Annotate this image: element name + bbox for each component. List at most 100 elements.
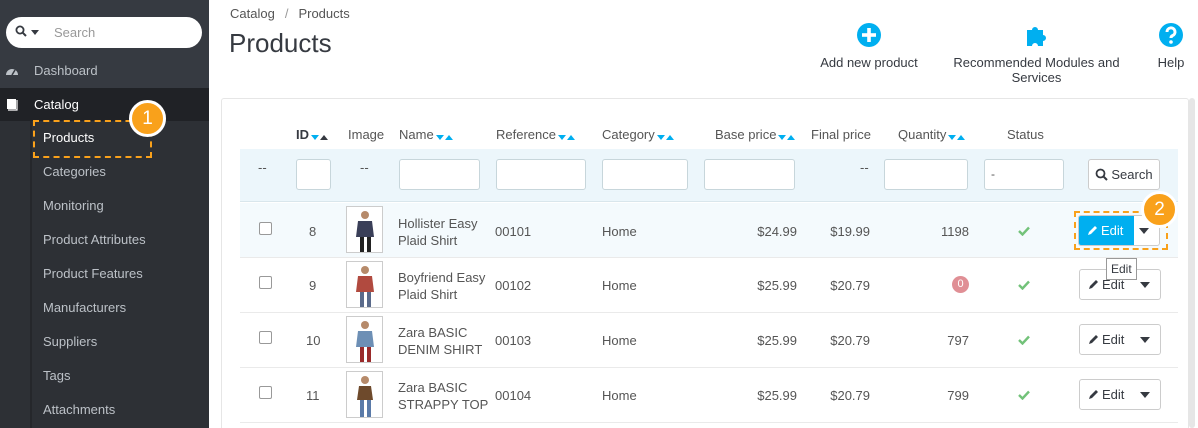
breadcrumb-separator: / bbox=[284, 6, 289, 21]
status-enabled-icon[interactable] bbox=[1018, 390, 1030, 400]
product-thumbnail[interactable] bbox=[346, 371, 383, 418]
filter-category-input[interactable] bbox=[602, 159, 688, 190]
vertical-scrollbar[interactable] bbox=[1189, 98, 1195, 428]
sidebar-search[interactable] bbox=[6, 17, 202, 48]
sidebar-item-catalog[interactable]: Catalog bbox=[0, 88, 209, 122]
pencil-icon bbox=[1089, 335, 1098, 344]
cell-quantity[interactable]: 799 bbox=[900, 388, 969, 403]
sort-arrows-icon[interactable] bbox=[311, 128, 329, 143]
submenu-item-categories[interactable]: Categories bbox=[43, 155, 106, 189]
cell-id: 8 bbox=[309, 224, 317, 239]
submenu-item-manufacturers[interactable]: Manufacturers bbox=[43, 291, 126, 325]
sort-arrows-icon[interactable] bbox=[656, 128, 675, 143]
row-edit-button-group[interactable]: Edit bbox=[1079, 324, 1161, 355]
sidebar-item-dashboard[interactable]: Dashboard bbox=[0, 54, 209, 88]
submenu-item-tags[interactable]: Tags bbox=[43, 359, 70, 393]
submenu-item-product-features[interactable]: Product Features bbox=[43, 257, 143, 291]
plus-circle-icon bbox=[857, 23, 881, 47]
help-icon bbox=[1159, 23, 1183, 47]
help-button[interactable]: Help bbox=[1152, 21, 1190, 70]
column-header-quantity[interactable]: Quantity bbox=[898, 127, 966, 143]
cell-final-price: $19.99 bbox=[830, 224, 870, 239]
sort-arrows-icon[interactable] bbox=[557, 128, 576, 143]
edit-button[interactable]: Edit bbox=[1080, 325, 1136, 354]
column-header-reference[interactable]: Reference bbox=[496, 127, 576, 143]
book-icon bbox=[7, 99, 18, 111]
submenu-item-suppliers[interactable]: Suppliers bbox=[43, 325, 97, 359]
sort-arrows-icon[interactable] bbox=[778, 128, 796, 143]
chevron-down-icon[interactable] bbox=[1140, 337, 1150, 343]
puzzle-icon bbox=[1026, 27, 1046, 46]
filter-id-input[interactable] bbox=[296, 159, 331, 190]
cell-name: Hollister Easy Plaid Shirt bbox=[398, 216, 478, 248]
add-new-product-label: Add new product bbox=[820, 55, 918, 70]
cell-name: Zara BASIC STRAPPY TOP bbox=[398, 380, 489, 412]
recommended-modules-label: Recommended Modules and Services bbox=[953, 55, 1120, 85]
cell-id: 11 bbox=[306, 388, 320, 403]
status-enabled-icon[interactable] bbox=[1018, 280, 1030, 290]
breadcrumb-products: Products bbox=[298, 6, 350, 21]
status-enabled-icon[interactable] bbox=[1018, 335, 1030, 345]
status-enabled-icon[interactable] bbox=[1018, 226, 1030, 236]
filter-quantity-input[interactable] bbox=[884, 159, 968, 190]
sort-arrows-icon[interactable] bbox=[948, 128, 966, 143]
catalog-submenu: Products Categories Monitoring Product A… bbox=[0, 121, 209, 428]
row-select-checkbox[interactable] bbox=[259, 386, 272, 399]
cell-base-price: $24.99 bbox=[757, 224, 797, 239]
cell-quantity[interactable]: 797 bbox=[900, 333, 969, 348]
add-new-product-button[interactable]: Add new product bbox=[819, 21, 919, 70]
row-select-checkbox[interactable] bbox=[259, 222, 272, 235]
cell-category: Home bbox=[602, 278, 637, 293]
pencil-icon bbox=[1089, 280, 1098, 289]
callout-badge-2: 2 bbox=[1141, 191, 1178, 228]
chevron-down-icon[interactable] bbox=[1140, 282, 1150, 288]
cell-base-price: $25.99 bbox=[757, 333, 797, 348]
filter-final-price-placeholder: -- bbox=[860, 160, 869, 175]
filter-reference-input[interactable] bbox=[496, 159, 586, 190]
row-select-checkbox[interactable] bbox=[259, 331, 272, 344]
product-thumbnail[interactable] bbox=[346, 206, 383, 253]
cell-reference: 00104 bbox=[495, 388, 532, 403]
submenu-item-product-attributes[interactable]: Product Attributes bbox=[43, 223, 146, 257]
product-thumbnail[interactable] bbox=[346, 261, 383, 308]
cell-quantity[interactable]: 1198 bbox=[900, 224, 969, 239]
page-title: Products bbox=[229, 28, 332, 58]
filter-search-button[interactable]: Search bbox=[1088, 159, 1160, 190]
chevron-down-icon[interactable] bbox=[31, 30, 39, 35]
row-edit-button-group[interactable]: Edit bbox=[1079, 379, 1161, 410]
sort-arrows-icon[interactable] bbox=[435, 128, 454, 143]
help-label: Help bbox=[1157, 55, 1185, 70]
cell-reference: 00101 bbox=[495, 224, 532, 239]
cell-category: Home bbox=[602, 388, 637, 403]
column-header-final-price: Final price bbox=[811, 127, 871, 142]
chevron-down-icon[interactable] bbox=[1140, 392, 1150, 398]
column-header-image: Image bbox=[348, 127, 385, 142]
column-header-category[interactable]: Category bbox=[602, 127, 675, 143]
sidebar-item-label: Dashboard bbox=[34, 63, 98, 78]
edit-button[interactable]: Edit bbox=[1080, 380, 1136, 409]
cell-final-price: $20.79 bbox=[830, 388, 870, 403]
filter-name-input[interactable] bbox=[399, 159, 480, 190]
filter-status-select[interactable]: - bbox=[984, 159, 1064, 190]
quantity-zero-badge[interactable]: 0 bbox=[952, 276, 969, 293]
filter-base-price-input[interactable] bbox=[704, 159, 795, 190]
cell-base-price: $25.99 bbox=[757, 278, 797, 293]
breadcrumb-catalog[interactable]: Catalog bbox=[230, 6, 275, 21]
search-icon[interactable] bbox=[15, 25, 27, 37]
column-header-id[interactable]: ID bbox=[296, 127, 329, 143]
submenu-item-attachments[interactable]: Attachments bbox=[43, 393, 115, 427]
cell-final-price: $20.79 bbox=[830, 333, 870, 348]
cell-name: Boyfriend Easy Plaid Shirt bbox=[398, 270, 486, 302]
sidebar: Dashboard Catalog Products Categories Mo… bbox=[0, 0, 209, 428]
row-select-checkbox[interactable] bbox=[259, 276, 272, 289]
cell-base-price: $25.99 bbox=[757, 388, 797, 403]
cell-reference: 00102 bbox=[495, 278, 532, 293]
product-thumbnail[interactable] bbox=[346, 316, 383, 363]
submenu-item-monitoring[interactable]: Monitoring bbox=[43, 189, 104, 223]
search-input[interactable] bbox=[54, 23, 194, 42]
cell-name: Zara BASIC DENIM SHIRT bbox=[398, 325, 483, 357]
column-header-name[interactable]: Name bbox=[399, 127, 454, 143]
cell-reference: 00103 bbox=[495, 333, 532, 348]
column-header-base-price[interactable]: Base price bbox=[715, 127, 796, 143]
recommended-modules-button[interactable]: Recommended Modules and Services bbox=[930, 21, 1143, 85]
